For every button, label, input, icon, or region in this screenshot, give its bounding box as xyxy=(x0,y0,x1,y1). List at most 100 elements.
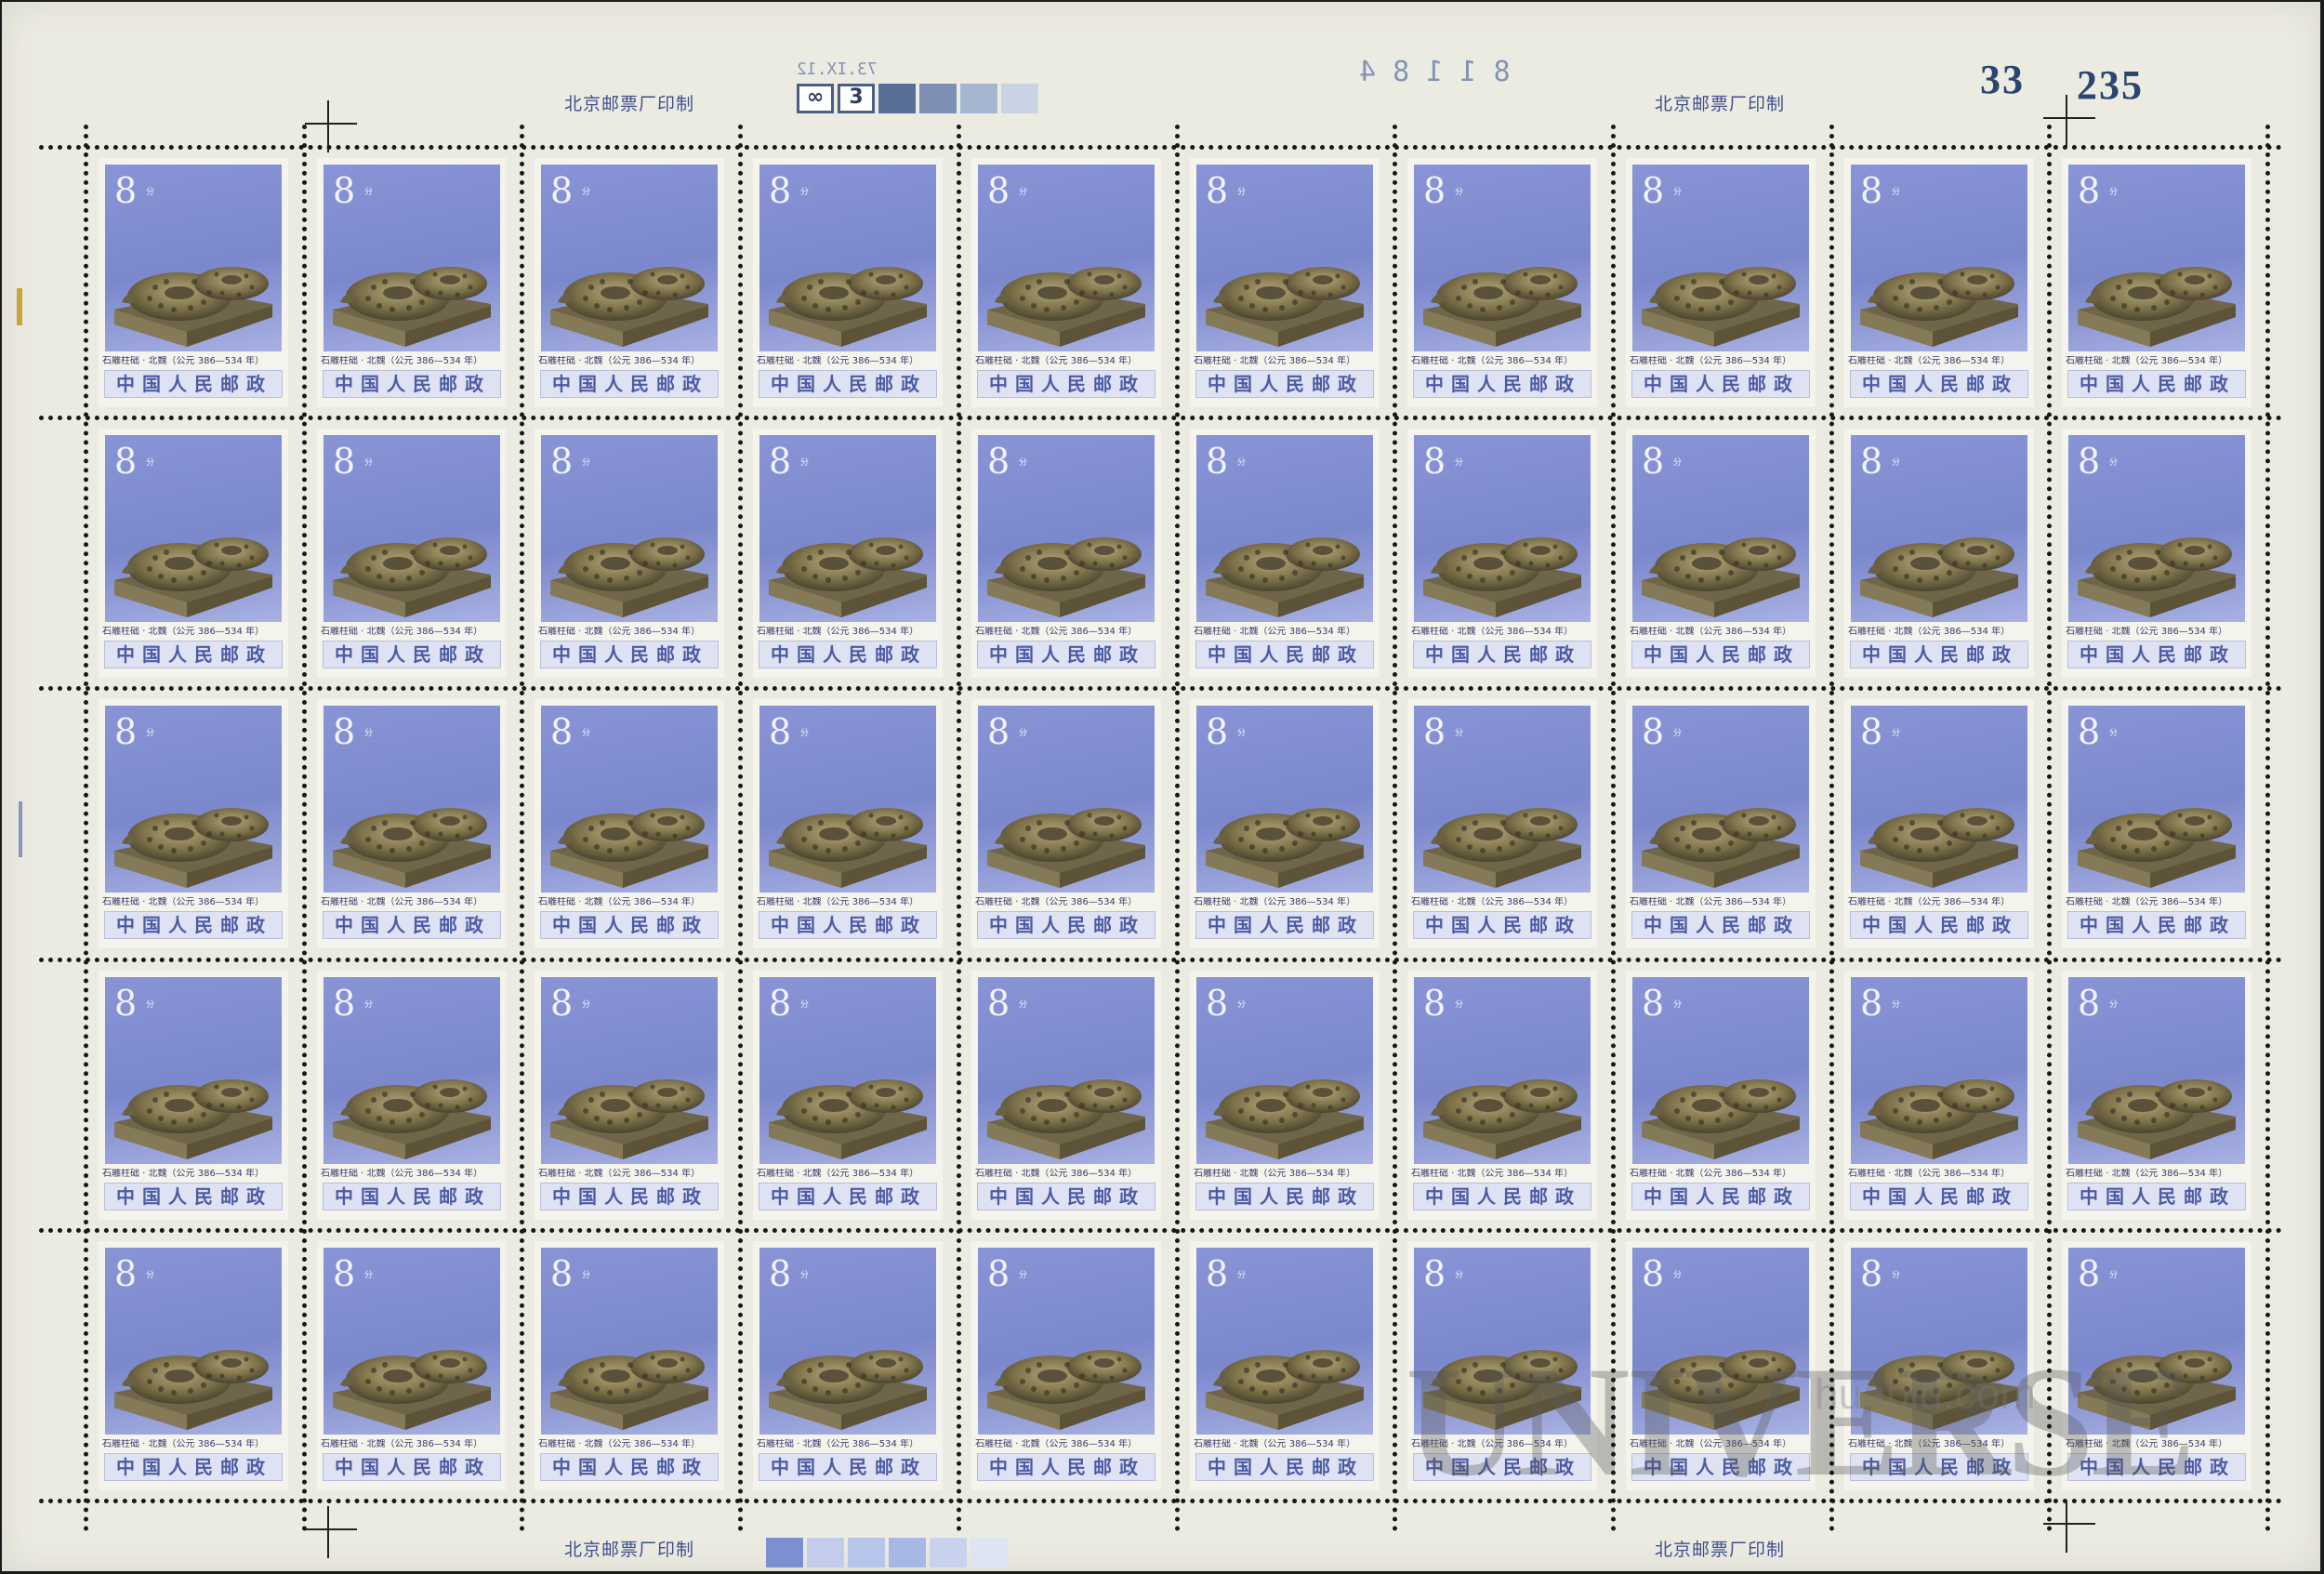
stamp-denomination-unit: 分 xyxy=(582,458,591,468)
stamp-country-bar: 中国人民邮政 xyxy=(759,370,937,398)
stamp-denomination: 8 xyxy=(333,1253,356,1294)
stamp-artwork: 8 分 xyxy=(2068,977,2245,1164)
stamp-country-name: 中国人民邮政 xyxy=(1644,643,1800,666)
stamp-denomination-unit: 分 xyxy=(1673,1271,1683,1280)
stamp: 8 分 石雕柱础 · 北魏（公元 386—534 年） 中国人民邮政 xyxy=(1626,429,1816,678)
stamp-denomination: 8 xyxy=(1860,711,1883,752)
stamp-artwork: 8 分 xyxy=(324,165,500,351)
stamp-country-name: 中国人民邮政 xyxy=(1425,373,1581,395)
stamp-country-bar: 中国人民邮政 xyxy=(1413,370,1591,398)
stamp-denomination: 8 xyxy=(550,983,574,1024)
stone-plinth-image xyxy=(1206,1350,1364,1430)
stamp-artwork: 8 分 xyxy=(105,706,282,893)
stamp-country-name: 中国人民邮政 xyxy=(1425,643,1581,666)
stamp-country-name: 中国人民邮政 xyxy=(1425,1185,1581,1208)
colorbar-bottom-swatch xyxy=(930,1538,967,1567)
stamp: 8 分 石雕柱础 · 北魏（公元 386—534 年） 中国人民邮政 xyxy=(753,158,943,407)
stamp-country-bar: 中国人民邮政 xyxy=(2067,641,2246,668)
perforation-column xyxy=(1829,125,1834,1532)
stamp-country-name: 中国人民邮政 xyxy=(552,643,708,666)
stamp: 8 分 石雕柱础 · 北魏（公元 386—534 年） 中国人民邮政 xyxy=(317,429,507,678)
stamp-artwork: 8 分 xyxy=(759,1248,936,1435)
stamp-denomination: 8 xyxy=(1206,983,1229,1024)
sheet-number-left: 33 xyxy=(1980,57,2025,102)
stamp-sheet: 北京邮票厂印制 北京邮票厂印制 ∞ 3 8 1 1 8 4 73.IX.12 3… xyxy=(2,2,2320,1571)
stamp: 8 分 石雕柱础 · 北魏（公元 386—534 年） 中国人民邮政 xyxy=(753,429,943,678)
stamp-denomination-unit: 分 xyxy=(146,729,155,738)
stamp-country-bar: 中国人民邮政 xyxy=(1195,911,1374,939)
stamp-caption: 石雕柱础 · 北魏（公元 386—534 年） xyxy=(757,356,919,366)
stamp: 8 分 石雕柱础 · 北魏（公元 386—534 年） 中国人民邮政 xyxy=(317,1241,507,1490)
stone-plinth-image xyxy=(769,1079,927,1159)
stamp-country-bar: 中国人民邮政 xyxy=(323,641,501,668)
stamp-country-bar: 中国人民邮政 xyxy=(540,641,719,668)
stamp-artwork: 8 分 xyxy=(1414,165,1591,351)
edge-mark-left xyxy=(17,288,22,325)
stamp-denomination-unit: 分 xyxy=(146,1271,155,1280)
stamp-denomination-unit: 分 xyxy=(582,1000,591,1010)
stamp-country-name: 中国人民邮政 xyxy=(116,1185,272,1208)
stamp: 8 分 石雕柱础 · 北魏（公元 386—534 年） 中国人民邮政 xyxy=(1190,158,1380,407)
stamp-denomination: 8 xyxy=(2078,1253,2101,1294)
stamp-country-bar: 中国人民邮政 xyxy=(1850,1183,2028,1210)
stamp-denomination-unit: 分 xyxy=(1019,729,1028,738)
stamp: 8 分 石雕柱础 · 北魏（公元 386—534 年） 中国人民邮政 xyxy=(535,158,724,407)
stamp-caption: 石雕柱础 · 北魏（公元 386—534 年） xyxy=(1630,627,1792,637)
stamp-caption: 石雕柱础 · 北魏（公元 386—534 年） xyxy=(1630,356,1792,366)
stamp-caption: 石雕柱础 · 北魏（公元 386—534 年） xyxy=(2066,627,2228,637)
stamp: 8 分 石雕柱础 · 北魏（公元 386—534 年） 中国人民邮政 xyxy=(971,429,1161,678)
stamp-artwork: 8 分 xyxy=(324,435,500,622)
stamp-artwork: 8 分 xyxy=(324,977,500,1164)
stamp-country-name: 中国人民邮政 xyxy=(335,914,491,936)
stamp-denomination: 8 xyxy=(1206,711,1229,752)
stamp-denomination-unit: 分 xyxy=(1892,458,1901,468)
stamp-country-name: 中国人民邮政 xyxy=(989,1185,1145,1208)
stamp-country-name: 中国人民邮政 xyxy=(1208,1456,1364,1478)
stamp-country-bar: 中国人民邮政 xyxy=(1413,911,1591,939)
stamp-country-bar: 中国人民邮政 xyxy=(104,641,283,668)
stamp-country-name: 中国人民邮政 xyxy=(552,914,708,936)
stamp-artwork: 8 分 xyxy=(1851,165,2027,351)
stamp-country-bar: 中国人民邮政 xyxy=(540,1183,719,1210)
stamp-country-bar: 中国人民邮政 xyxy=(104,911,283,939)
stamp-country-name: 中国人民邮政 xyxy=(1208,914,1364,936)
stone-plinth-image xyxy=(1206,1079,1364,1159)
stone-plinth-image xyxy=(1206,537,1364,617)
stone-plinth-image xyxy=(769,808,927,888)
stamp: 8 分 石雕柱础 · 北魏（公元 386—534 年） 中国人民邮政 xyxy=(971,1241,1161,1490)
stamp-country-bar: 中国人民邮政 xyxy=(540,1453,719,1481)
stamp-country-bar: 中国人民邮政 xyxy=(540,911,719,939)
stamp-denomination: 8 xyxy=(114,441,138,482)
stamp-country-bar: 中国人民邮政 xyxy=(323,370,501,398)
stamp-caption: 石雕柱础 · 北魏（公元 386—534 年） xyxy=(975,1439,1138,1449)
stamp-denomination: 8 xyxy=(987,983,1010,1024)
stone-plinth-image xyxy=(550,1079,708,1159)
stamp: 8 分 石雕柱础 · 北魏（公元 386—534 年） 中国人民邮政 xyxy=(535,1241,724,1490)
stamp-country-name: 中国人民邮政 xyxy=(1208,1185,1364,1208)
printer-imprint-bottom-left: 北京邮票厂印制 xyxy=(564,1540,695,1560)
stone-plinth-image xyxy=(1860,1079,2018,1159)
stone-plinth-image xyxy=(550,267,708,347)
stamp-denomination-unit: 分 xyxy=(1673,1000,1683,1010)
stamp-denomination-unit: 分 xyxy=(1673,188,1683,197)
stamp-country-bar: 中国人民邮政 xyxy=(977,1183,1155,1210)
stamp: 8 分 石雕柱础 · 北魏（公元 386—534 年） 中国人民邮政 xyxy=(753,1241,943,1490)
stamp: 8 分 石雕柱础 · 北魏（公元 386—534 年） 中国人民邮政 xyxy=(99,1241,288,1490)
stamp-country-bar: 中国人民邮政 xyxy=(2067,370,2246,398)
stamp: 8 分 石雕柱础 · 北魏（公元 386—534 年） 中国人民邮政 xyxy=(1626,158,1816,407)
stamp-denomination: 8 xyxy=(333,170,356,211)
stamp: 8 分 石雕柱础 · 北魏（公元 386—534 年） 中国人民邮政 xyxy=(2062,971,2251,1220)
stamp-country-bar: 中国人民邮政 xyxy=(323,1453,501,1481)
stamp-denomination-unit: 分 xyxy=(146,1000,155,1010)
stamp-caption: 石雕柱础 · 北魏（公元 386—534 年） xyxy=(1848,897,2011,907)
stamp: 8 分 石雕柱础 · 北魏（公元 386—534 年） 中国人民邮政 xyxy=(2062,699,2251,948)
stamp-denomination: 8 xyxy=(769,170,792,211)
stamp-country-name: 中国人民邮政 xyxy=(552,373,708,395)
stamp-denomination-unit: 分 xyxy=(800,729,810,738)
stamp-country-bar: 中国人民邮政 xyxy=(1195,1453,1374,1481)
stamp-denomination: 8 xyxy=(2078,983,2101,1024)
stamp-caption: 石雕柱础 · 北魏（公元 386—534 年） xyxy=(1848,1169,2011,1179)
stamp-artwork: 8 分 xyxy=(1196,165,1373,351)
colorbar-glyph-infinity: ∞ xyxy=(797,84,834,113)
stamp-denomination-unit: 分 xyxy=(1237,1271,1247,1280)
